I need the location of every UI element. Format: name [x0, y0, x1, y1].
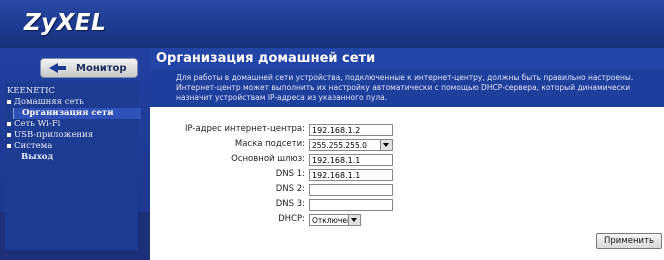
- sidebar-item-label: Система: [14, 141, 53, 151]
- page-description: Для работы в домашней сети устройства, п…: [176, 73, 634, 102]
- sidebar-item-network-setup[interactable]: Организация сети: [13, 108, 141, 119]
- dns2-input[interactable]: [309, 184, 393, 196]
- back-arrow-tail-icon: [58, 66, 66, 70]
- mask-label: Маска подсети:: [234, 139, 305, 149]
- subnet-mask-value: 255.255.255.0: [312, 141, 367, 150]
- apply-button[interactable]: Применить: [596, 233, 662, 249]
- subnet-mask-select[interactable]: 255.255.255.0: [309, 139, 393, 151]
- sidebar-nav: KEENETIC Домашняя сеть Организация сети …: [7, 86, 141, 163]
- sidebar-item-usb-apps[interactable]: USB-приложения: [7, 130, 141, 141]
- bullet-icon: [7, 143, 11, 148]
- bullet-icon: [7, 99, 11, 104]
- bullet-icon: [7, 132, 11, 137]
- gateway-label: Основной шлюз:: [231, 154, 305, 164]
- zyxel-logo: ZyXEL: [24, 10, 107, 36]
- ip-label: IP-адрес интернет-центра:: [184, 124, 305, 134]
- chevron-down-icon: [348, 215, 360, 225]
- sidebar-item-logout[interactable]: Выход: [7, 152, 141, 163]
- sidebar-item-label: Сеть Wi-Fi: [14, 119, 61, 129]
- sidebar-item-label: Организация сети: [22, 108, 114, 118]
- gateway-input[interactable]: 192.168.1.1: [309, 154, 393, 166]
- page-title: Организация домашней сети: [156, 51, 376, 66]
- dns3-input[interactable]: [309, 199, 393, 211]
- ip-address-input[interactable]: 192.168.1.2: [309, 124, 393, 136]
- back-arrow-icon: [49, 63, 58, 73]
- dhcp-select[interactable]: Отключен: [309, 214, 361, 226]
- dhcp-value: Отключен: [312, 216, 352, 225]
- dhcp-label: DHCP:: [278, 214, 305, 224]
- dns1-input[interactable]: 192.168.1.1: [309, 169, 393, 181]
- sidebar-item-system[interactable]: Система: [7, 141, 141, 152]
- nav-group-label: KEENETIC: [7, 86, 55, 96]
- monitor-button[interactable]: Монитор: [40, 58, 138, 78]
- sidebar-item-label: Выход: [21, 152, 54, 162]
- monitor-button-label: Монитор: [76, 62, 127, 74]
- sidebar-item-label: USB-приложения: [14, 130, 94, 140]
- dns1-label: DNS 1:: [275, 169, 305, 179]
- sidebar-item-label: Домашняя сеть: [14, 97, 84, 107]
- dns2-label: DNS 2:: [275, 184, 305, 194]
- chevron-down-icon: [380, 140, 392, 150]
- sidebar-item-wifi[interactable]: Сеть Wi-Fi: [7, 119, 141, 130]
- dns3-label: DNS 3:: [275, 199, 305, 209]
- sidebar-item-home-network[interactable]: Домашняя сеть: [7, 97, 141, 108]
- bullet-icon: [7, 121, 11, 126]
